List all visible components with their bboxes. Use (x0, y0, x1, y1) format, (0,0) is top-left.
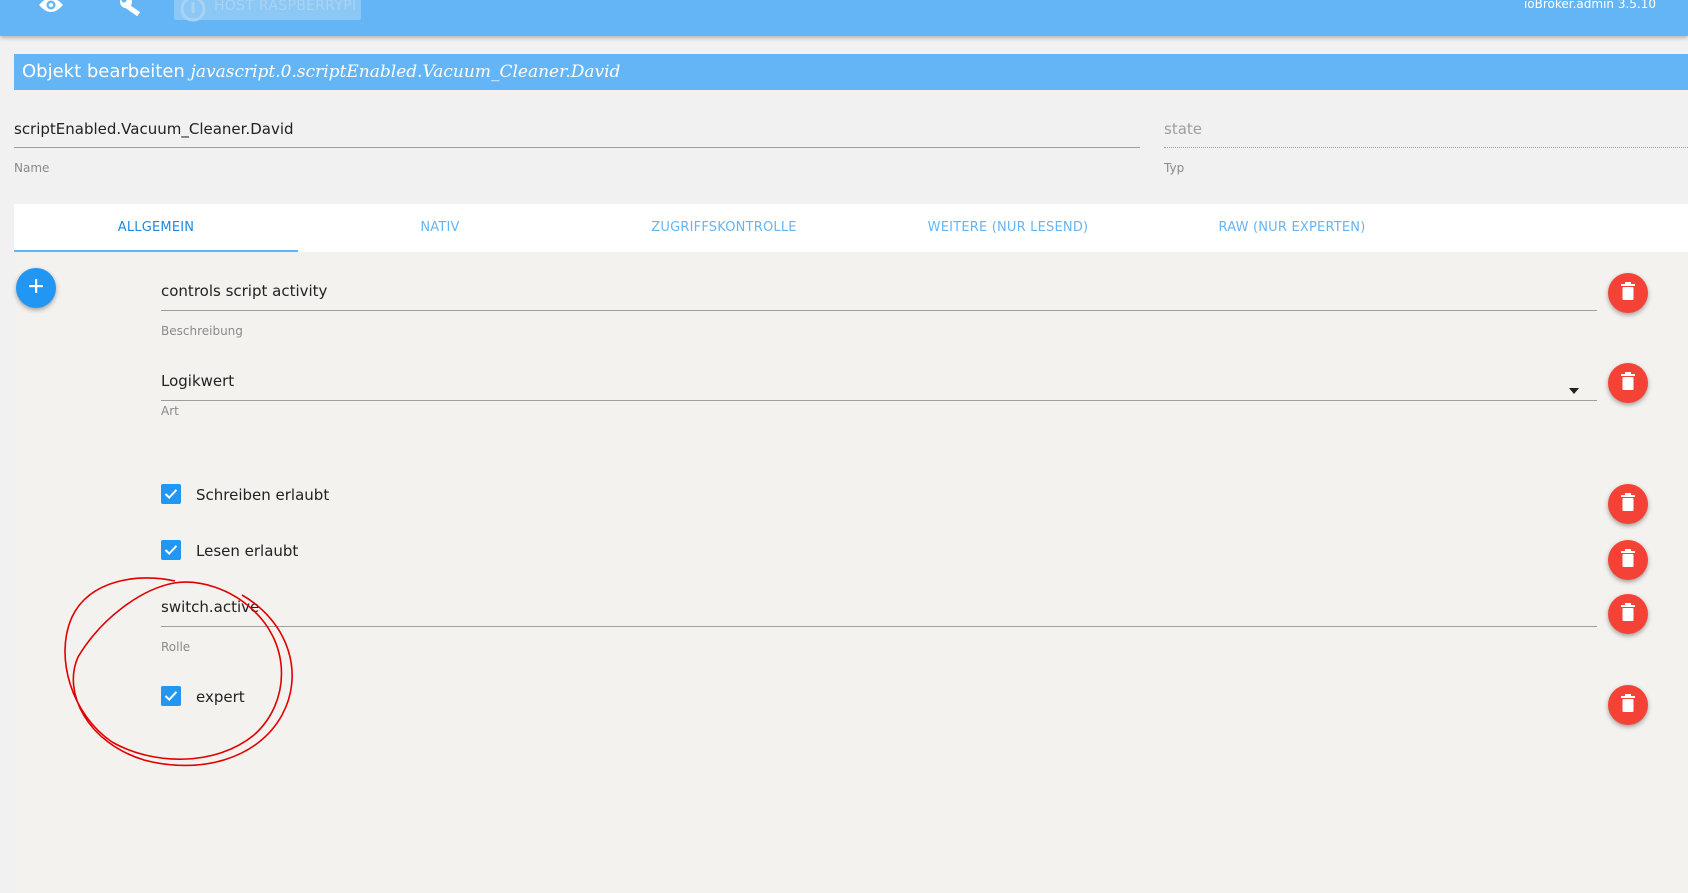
add-attribute-button[interactable] (16, 268, 56, 308)
trash-icon (1620, 282, 1636, 304)
description-field[interactable]: controls script activity Beschreibung (161, 282, 1597, 342)
delete-type-button[interactable] (1608, 363, 1648, 403)
delete-expert-button[interactable] (1608, 685, 1648, 725)
role-field[interactable]: switch.active Rolle (161, 598, 1597, 658)
type-underline (1164, 147, 1688, 148)
tab-allgemein[interactable]: ALLGEMEIN (14, 204, 298, 252)
info-icon (180, 0, 206, 26)
write-allowed-checkbox[interactable] (161, 484, 181, 504)
wrench-icon[interactable] (118, 0, 144, 22)
tab-nativ[interactable]: NATIV (298, 204, 582, 252)
delete-description-button[interactable] (1608, 273, 1648, 313)
dialog-title-prefix: Objekt bearbeiten (22, 61, 185, 82)
check-icon (164, 485, 178, 504)
delete-read-button[interactable] (1608, 540, 1648, 580)
delete-role-button[interactable] (1608, 594, 1648, 634)
dialog-title: Objekt bearbeiten javascript.0.scriptEna… (14, 54, 1688, 90)
read-allowed-checkbox[interactable] (161, 540, 181, 560)
trash-icon (1620, 694, 1636, 716)
chevron-down-icon[interactable] (1569, 388, 1579, 394)
type-select-underline (161, 400, 1597, 401)
name-underline (14, 147, 1140, 148)
app-toolbar: HOST RASPBERRYPI ioBroker.admin 3.5.10 (0, 0, 1688, 36)
role-underline (161, 626, 1597, 627)
tab-raw[interactable]: RAW (NUR EXPERTEN) (1150, 204, 1434, 252)
type-select-value: Logikwert (161, 372, 235, 390)
version-label: ioBroker.admin 3.5.10 (1523, 0, 1656, 11)
type-field: state Typ (1164, 120, 1688, 180)
host-label: HOST RASPBERRYPI (214, 0, 357, 14)
eye-icon[interactable] (38, 0, 64, 18)
tab-zugriffskontrolle[interactable]: ZUGRIFFSKONTROLLE (582, 204, 866, 252)
tab-weitere[interactable]: WEITERE (NUR LESEND) (866, 204, 1150, 252)
description-underline (161, 310, 1597, 311)
delete-write-button[interactable] (1608, 484, 1648, 524)
host-selector[interactable]: HOST RASPBERRYPI (174, 0, 361, 22)
name-field[interactable]: scriptEnabled.Vacuum_Cleaner.David Name (14, 120, 1140, 180)
trash-icon (1620, 372, 1636, 394)
description-value: controls script activity (161, 282, 328, 300)
read-allowed-label: Lesen erlaubt (196, 542, 299, 560)
type-value: state (1164, 120, 1202, 138)
type-select-label: Art (161, 404, 179, 418)
description-label: Beschreibung (161, 324, 243, 338)
red-annotation-circle (64, 577, 293, 767)
plus-icon (27, 277, 45, 299)
name-label: Name (14, 161, 50, 175)
check-icon (164, 541, 178, 560)
dialog-title-object-id: javascript.0.scriptEnabled.Vacuum_Cleane… (190, 62, 621, 82)
type-label: Typ (1164, 161, 1185, 175)
tab-bar: ALLGEMEIN NATIV ZUGRIFFSKONTROLLE WEITER… (14, 204, 1688, 252)
name-value: scriptEnabled.Vacuum_Cleaner.David (14, 120, 294, 138)
type-select[interactable]: Logikwert Art (161, 372, 1597, 418)
trash-icon (1620, 549, 1636, 571)
trash-icon (1620, 493, 1636, 515)
write-allowed-label: Schreiben erlaubt (196, 486, 330, 504)
trash-icon (1620, 603, 1636, 625)
